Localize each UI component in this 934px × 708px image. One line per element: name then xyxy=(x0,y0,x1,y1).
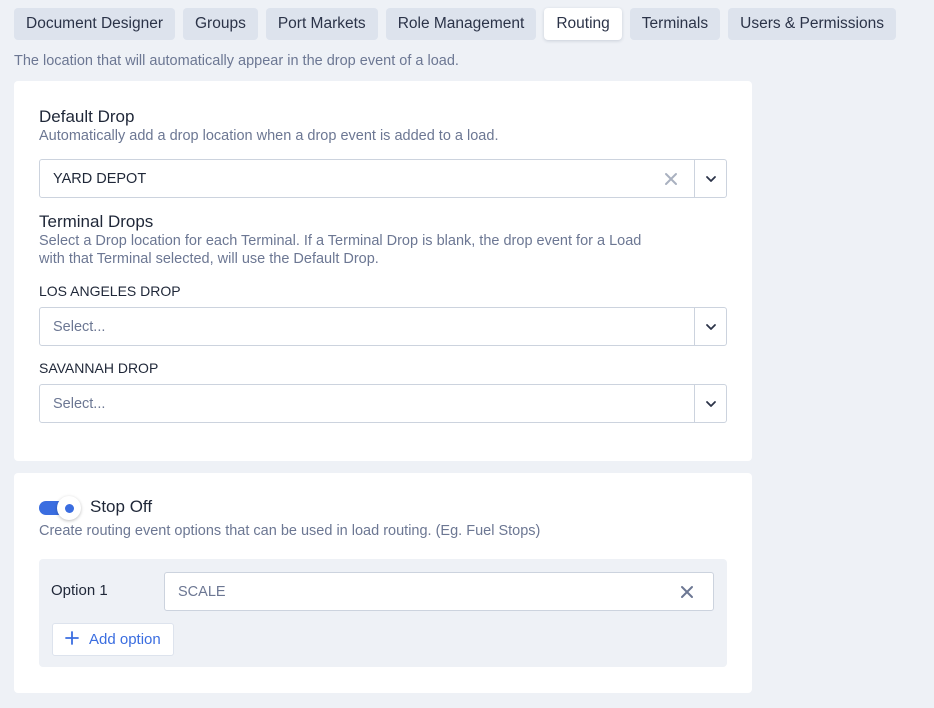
close-icon[interactable] xyxy=(648,160,694,197)
stop-off-title: Stop Off xyxy=(90,497,153,516)
tab-port-markets[interactable]: Port Markets xyxy=(265,8,378,40)
tab-users-permissions[interactable]: Users & Permissions xyxy=(728,8,896,40)
chevron-down-icon[interactable] xyxy=(695,308,726,345)
tab-terminals[interactable]: Terminals xyxy=(629,8,721,40)
los-angeles-drop-select[interactable]: Select... xyxy=(39,307,727,346)
plus-icon xyxy=(65,630,79,649)
chevron-down-icon[interactable] xyxy=(695,160,726,197)
close-icon[interactable] xyxy=(661,573,713,610)
default-drop-title: Default Drop xyxy=(39,107,135,126)
terminal-drops-title: Terminal Drops xyxy=(39,212,154,231)
page-description: The location that will automatically app… xyxy=(14,53,459,69)
los-angeles-drop-label: LOS ANGELES DROP xyxy=(39,283,181,299)
savannah-drop-placeholder: Select... xyxy=(53,395,106,412)
savannah-drop-select[interactable]: Select... xyxy=(39,384,727,423)
tab-role-management[interactable]: Role Management xyxy=(385,8,537,40)
add-option-label: Add option xyxy=(89,631,161,648)
default-drop-select[interactable]: YARD DEPOT xyxy=(39,159,727,198)
tab-routing[interactable]: Routing xyxy=(544,8,622,40)
default-drop-subtitle: Automatically add a drop location when a… xyxy=(39,128,499,144)
chevron-down-icon[interactable] xyxy=(695,385,726,422)
toggle-dot xyxy=(64,503,74,513)
tab-document-designer[interactable]: Document Designer xyxy=(14,8,175,40)
stop-off-options-panel: Option 1 SCALE Add option xyxy=(39,559,727,667)
terminal-drops-subtitle-1: Select a Drop location for each Terminal… xyxy=(39,233,642,249)
option-1-value: SCALE xyxy=(178,583,226,600)
drop-settings-card: Default Drop Automatically add a drop lo… xyxy=(14,81,752,461)
stop-off-card: Stop Off Create routing event options th… xyxy=(14,473,752,693)
stop-off-subtitle: Create routing event options that can be… xyxy=(39,523,541,539)
los-angeles-drop-placeholder: Select... xyxy=(53,318,106,335)
default-drop-value: YARD DEPOT xyxy=(53,170,147,187)
stop-off-toggle[interactable] xyxy=(39,496,81,520)
savannah-drop-label: SAVANNAH DROP xyxy=(39,360,159,376)
settings-tabs: Document Designer Groups Port Markets Ro… xyxy=(14,8,896,40)
option-1-label: Option 1 xyxy=(51,582,108,599)
add-option-button[interactable]: Add option xyxy=(52,623,174,656)
option-1-input[interactable]: SCALE xyxy=(164,572,714,611)
terminal-drops-subtitle-2: with that Terminal selected, will use th… xyxy=(39,251,379,267)
tab-groups[interactable]: Groups xyxy=(182,8,258,40)
toggle-knob xyxy=(57,496,81,520)
